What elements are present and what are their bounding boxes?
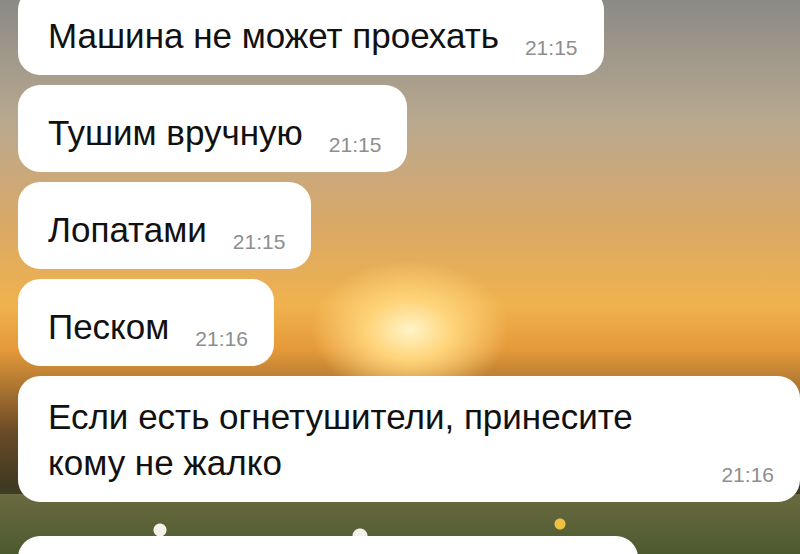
message-bubble[interactable]: Если есть огнетушители, принесите кому н… bbox=[18, 376, 800, 502]
message-bubble[interactable]: Лопатами 21:15 bbox=[18, 182, 311, 269]
message-text: Тушим вручную bbox=[48, 110, 303, 156]
message-text: Песком bbox=[48, 304, 169, 350]
message-list[interactable]: Машина не может проехать21:15Тушим вручн… bbox=[0, 0, 800, 554]
message-bubble[interactable]: Песком 21:16 bbox=[18, 279, 274, 366]
message-time: 21:16 bbox=[721, 462, 774, 488]
message-text: Машина не может проехать bbox=[48, 13, 499, 59]
message-time: 21:15 bbox=[233, 229, 286, 255]
message-bubble[interactable]: Машина не может проехать 21:15 bbox=[18, 0, 604, 75]
message-text: Если есть огнетушители, принесите кому н… bbox=[48, 394, 695, 486]
chat-screen: Машина не может проехать21:15Тушим вручн… bbox=[0, 0, 800, 554]
message-time: 21:16 bbox=[195, 326, 248, 352]
message-bubble[interactable] bbox=[18, 536, 638, 554]
message-text: Лопатами bbox=[48, 207, 207, 253]
message-time: 21:15 bbox=[329, 132, 382, 158]
message-bubble[interactable]: Тушим вручную 21:15 bbox=[18, 85, 407, 172]
message-time: 21:15 bbox=[525, 35, 578, 61]
